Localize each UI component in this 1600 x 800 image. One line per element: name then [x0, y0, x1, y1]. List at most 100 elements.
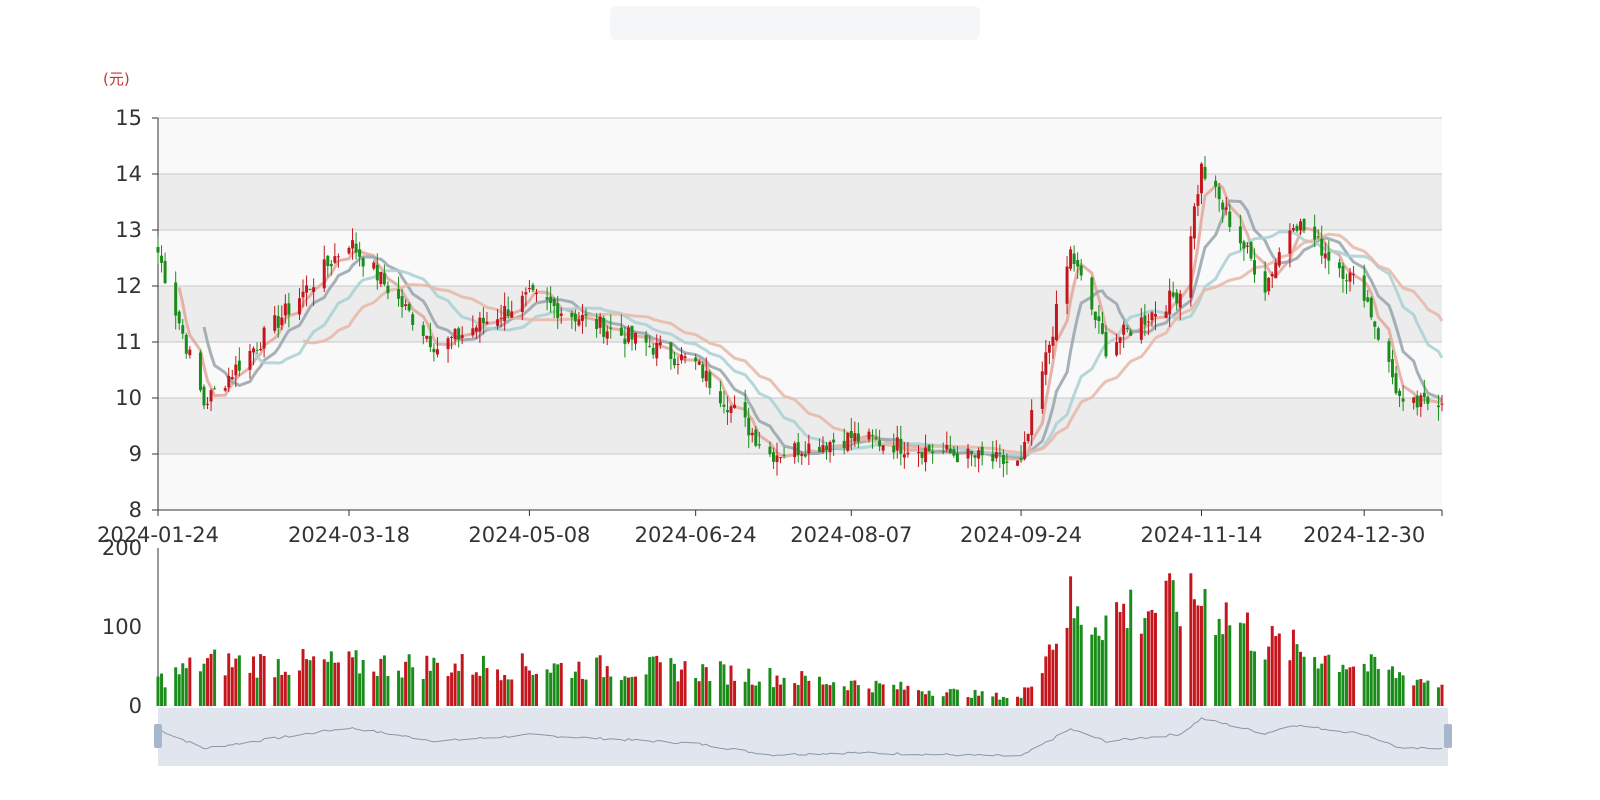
volume-bar: [1171, 580, 1175, 706]
candle-body: [1214, 180, 1218, 187]
volume-bar: [531, 674, 535, 706]
candle-body: [722, 404, 726, 407]
candle-body: [400, 296, 404, 307]
volume-bar: [796, 684, 800, 706]
candle-body: [531, 284, 535, 291]
candle-body: [825, 445, 829, 450]
candle-body: [485, 321, 489, 324]
candle-body: [283, 303, 287, 316]
candle-body: [1171, 292, 1175, 297]
candle-body: [920, 451, 924, 459]
volume-bar: [499, 680, 503, 706]
volume-bar: [1228, 625, 1232, 706]
candle-body: [577, 319, 581, 326]
candle-body: [425, 335, 429, 339]
volume-bar: [308, 660, 312, 706]
candle-body: [1412, 397, 1416, 403]
candle-body: [1288, 230, 1292, 254]
candle-body: [1387, 341, 1391, 362]
candle-body: [1196, 194, 1200, 206]
candle-body: [726, 410, 729, 413]
candle-body: [1047, 344, 1051, 353]
volume-bar: [1097, 635, 1101, 706]
volume-bar: [672, 663, 676, 706]
volume-bar: [545, 669, 549, 706]
volume-bar: [782, 677, 786, 706]
volume-bar: [1189, 573, 1193, 706]
volume-bar: [1288, 660, 1292, 706]
volume-bar: [1327, 654, 1331, 706]
candle-body: [545, 297, 549, 300]
volume-bar: [506, 679, 510, 706]
candle-body: [230, 377, 234, 379]
candle: [927, 444, 931, 452]
candle-body: [626, 327, 630, 343]
candle-body: [435, 349, 439, 355]
candle: [1369, 296, 1373, 320]
x-tick-label: 2024-03-18: [288, 523, 410, 547]
volume-bar: [1146, 611, 1150, 706]
volume-bar: [683, 661, 687, 706]
candle-body: [1291, 228, 1295, 231]
candle-body: [520, 295, 524, 312]
volume-bar: [584, 679, 588, 706]
grid-band: [158, 174, 1442, 230]
candle-body: [902, 454, 906, 458]
candle-body: [651, 347, 655, 355]
candle-body: [672, 358, 676, 366]
y-tick-label: 8: [129, 498, 142, 522]
candle-body: [1139, 317, 1143, 340]
candle-body: [1295, 225, 1299, 232]
volume-bar: [471, 674, 475, 706]
volume-bar: [1274, 636, 1278, 706]
candle-body: [1316, 236, 1320, 238]
candle-body: [867, 431, 871, 440]
candle-body: [821, 444, 825, 452]
volume-bar: [977, 695, 981, 706]
candle-body: [1366, 297, 1370, 302]
volume-bar: [1422, 682, 1426, 706]
volume-bar: [1270, 626, 1274, 706]
candle-body: [213, 388, 217, 390]
candle-body: [1016, 460, 1020, 466]
candle-body: [209, 390, 213, 402]
candle-body: [1051, 336, 1055, 346]
volume-bar: [680, 669, 683, 706]
volume-bar: [842, 686, 846, 706]
data-zoom-slider[interactable]: [154, 708, 1452, 766]
candle-body: [927, 445, 931, 452]
volume-bar: [450, 672, 454, 706]
candle-body: [1100, 323, 1104, 334]
candle-body: [1217, 186, 1221, 200]
candle: [1069, 246, 1073, 271]
volume-bar: [184, 668, 188, 706]
y-tick-label: 12: [115, 274, 142, 298]
volume-bar: [372, 671, 376, 706]
volume-bar: [460, 654, 464, 706]
volume-bar: [227, 653, 231, 706]
candle-body: [595, 319, 599, 329]
volume-bar: [1129, 589, 1133, 706]
candle-body: [1090, 277, 1094, 310]
volume-bar: [1079, 624, 1083, 706]
y-tick-label: 11: [115, 330, 142, 354]
zoom-slider-handle-right[interactable]: [1444, 724, 1452, 748]
candle-body: [757, 444, 761, 446]
volume-bar: [198, 671, 202, 706]
volume-bar: [1125, 628, 1129, 706]
candle-body: [255, 349, 259, 351]
candle-body: [527, 288, 531, 290]
candle-body: [329, 263, 333, 267]
volume-bar: [160, 673, 164, 706]
candle-body: [694, 357, 698, 362]
candle-body: [1245, 245, 1249, 247]
volume-bar: [1440, 684, 1444, 706]
candle-body: [796, 442, 800, 456]
volume-bar: [832, 682, 836, 706]
candle-body: [619, 327, 623, 336]
volume-bar: [718, 661, 722, 706]
candle-body: [188, 349, 192, 356]
volume-bar: [878, 683, 882, 706]
volume-bar: [223, 675, 227, 706]
zoom-slider-handle-left[interactable]: [154, 724, 162, 748]
